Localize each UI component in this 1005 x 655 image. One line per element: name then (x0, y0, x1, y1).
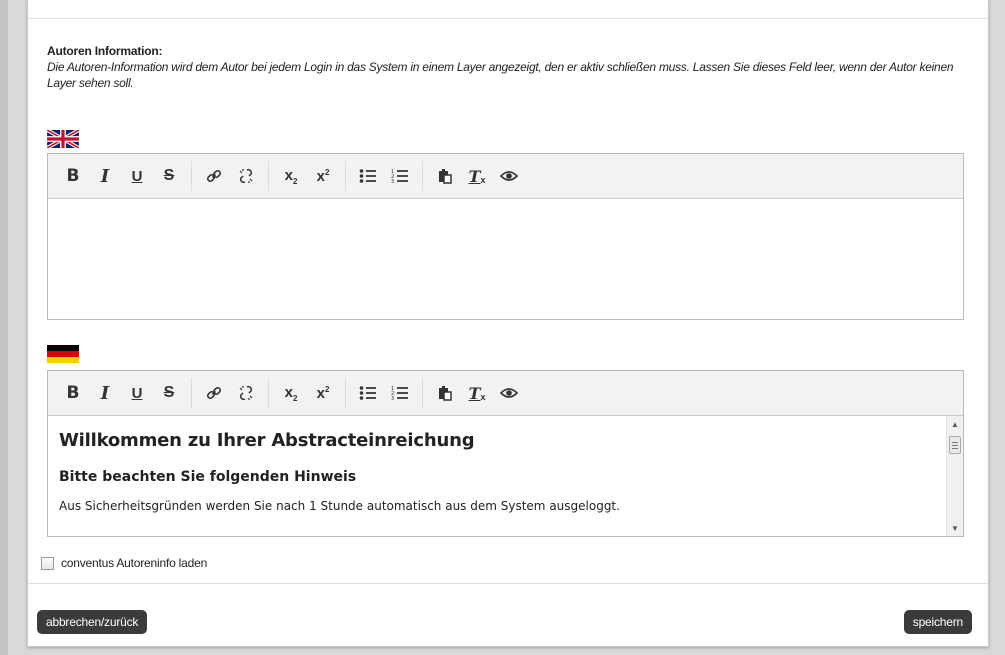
toolbar-group-script: x2 x2 (275, 378, 346, 408)
bottom-divider (28, 583, 988, 584)
unlink-icon[interactable] (230, 163, 262, 189)
toolbar-group-links (198, 161, 269, 191)
content-heading: Willkommen zu Ihrer Abstracteinreichung (59, 430, 475, 451)
strikethrough-icon[interactable]: S (153, 380, 185, 406)
subscript-icon[interactable]: x2 (275, 380, 307, 406)
link-icon[interactable] (198, 380, 230, 406)
italic-icon[interactable]: I (89, 380, 121, 406)
load-authorinfo-option[interactable]: conventus Autoreninfo laden (41, 556, 207, 570)
top-divider (28, 18, 988, 19)
toolbar-group-basic: B I U S (57, 161, 192, 191)
page-left-edge (0, 0, 8, 655)
toolbar-group-basic: B I U S (57, 378, 192, 408)
subscript-icon[interactable]: x2 (275, 163, 307, 189)
save-button[interactable]: speichern (903, 610, 972, 634)
superscript-icon[interactable]: x2 (307, 163, 339, 189)
scroll-thumb[interactable] (949, 436, 961, 454)
underline-icon[interactable]: U (121, 163, 153, 189)
german-flag-icon (47, 345, 79, 363)
uk-flag-icon (47, 130, 79, 148)
bulleted-list-icon[interactable] (352, 380, 384, 406)
cancel-back-button[interactable]: abbrechen/zurück (37, 610, 148, 634)
editor-toolbar: B I U S x2 x2 1 2 3 T x (48, 371, 963, 416)
numbered-list-icon[interactable]: 123 (384, 380, 416, 406)
author-info-panel: Autoren Information: Die Autoren-Informa… (27, 0, 989, 647)
editor-content-german[interactable]: Willkommen zu Ihrer Abstracteinreichung … (48, 416, 963, 536)
load-authorinfo-label: conventus Autoreninfo laden (61, 556, 208, 570)
section-title: Autoren Information: (47, 44, 163, 58)
rich-text-content: Willkommen zu Ihrer Abstracteinreichung … (48, 416, 963, 513)
content-subheading: Bitte beachten Sie folgenden Hinweis (59, 469, 357, 485)
section-description: Die Autoren-Information wird dem Autor b… (47, 60, 954, 90)
toolbar-group-lists: 123 (352, 378, 423, 408)
toolbar-group-script: x2 x2 (275, 161, 346, 191)
strikethrough-icon[interactable]: S (153, 163, 185, 189)
editor-scrollbar[interactable]: ▲ ▼ (946, 416, 963, 536)
editor-english: B I U S x2 x2 1 2 3 T x (47, 153, 964, 320)
load-authorinfo-checkbox[interactable] (41, 556, 54, 570)
scroll-up-arrow-icon[interactable]: ▲ (947, 416, 963, 432)
paste-icon[interactable] (429, 380, 461, 406)
toolbar-group-tools: Tx (429, 378, 531, 408)
numbered-list-icon[interactable]: 123 (384, 163, 416, 189)
toolbar-group-links (198, 378, 269, 408)
svg-text:3: 3 (391, 179, 394, 184)
underline-icon[interactable]: U (121, 380, 153, 406)
toolbar-group-lists: 123 (352, 161, 423, 191)
editor-toolbar: B I U S x2 x2 1 2 3 T x (48, 154, 963, 199)
eye-icon[interactable] (493, 163, 525, 189)
bold-icon[interactable]: B (57, 380, 89, 406)
superscript-icon[interactable]: x2 (307, 380, 339, 406)
content-paragraph: Aus Sicherheitsgründen werden Sie nach 1… (59, 499, 620, 513)
remove-format-icon[interactable]: Tx (461, 163, 493, 189)
bulleted-list-icon[interactable] (352, 163, 384, 189)
editor-content-english[interactable] (48, 199, 963, 319)
scroll-down-arrow-icon[interactable]: ▼ (947, 520, 963, 536)
editor-german: B I U S x2 x2 1 2 3 T x Willkommen zu Ih… (47, 370, 964, 537)
toolbar-group-tools: Tx (429, 161, 531, 191)
bold-icon[interactable]: B (57, 163, 89, 189)
remove-format-icon[interactable]: Tx (461, 380, 493, 406)
eye-icon[interactable] (493, 380, 525, 406)
paste-icon[interactable] (429, 163, 461, 189)
link-icon[interactable] (198, 163, 230, 189)
unlink-icon[interactable] (230, 380, 262, 406)
svg-text:3: 3 (391, 396, 394, 401)
italic-icon[interactable]: I (89, 163, 121, 189)
